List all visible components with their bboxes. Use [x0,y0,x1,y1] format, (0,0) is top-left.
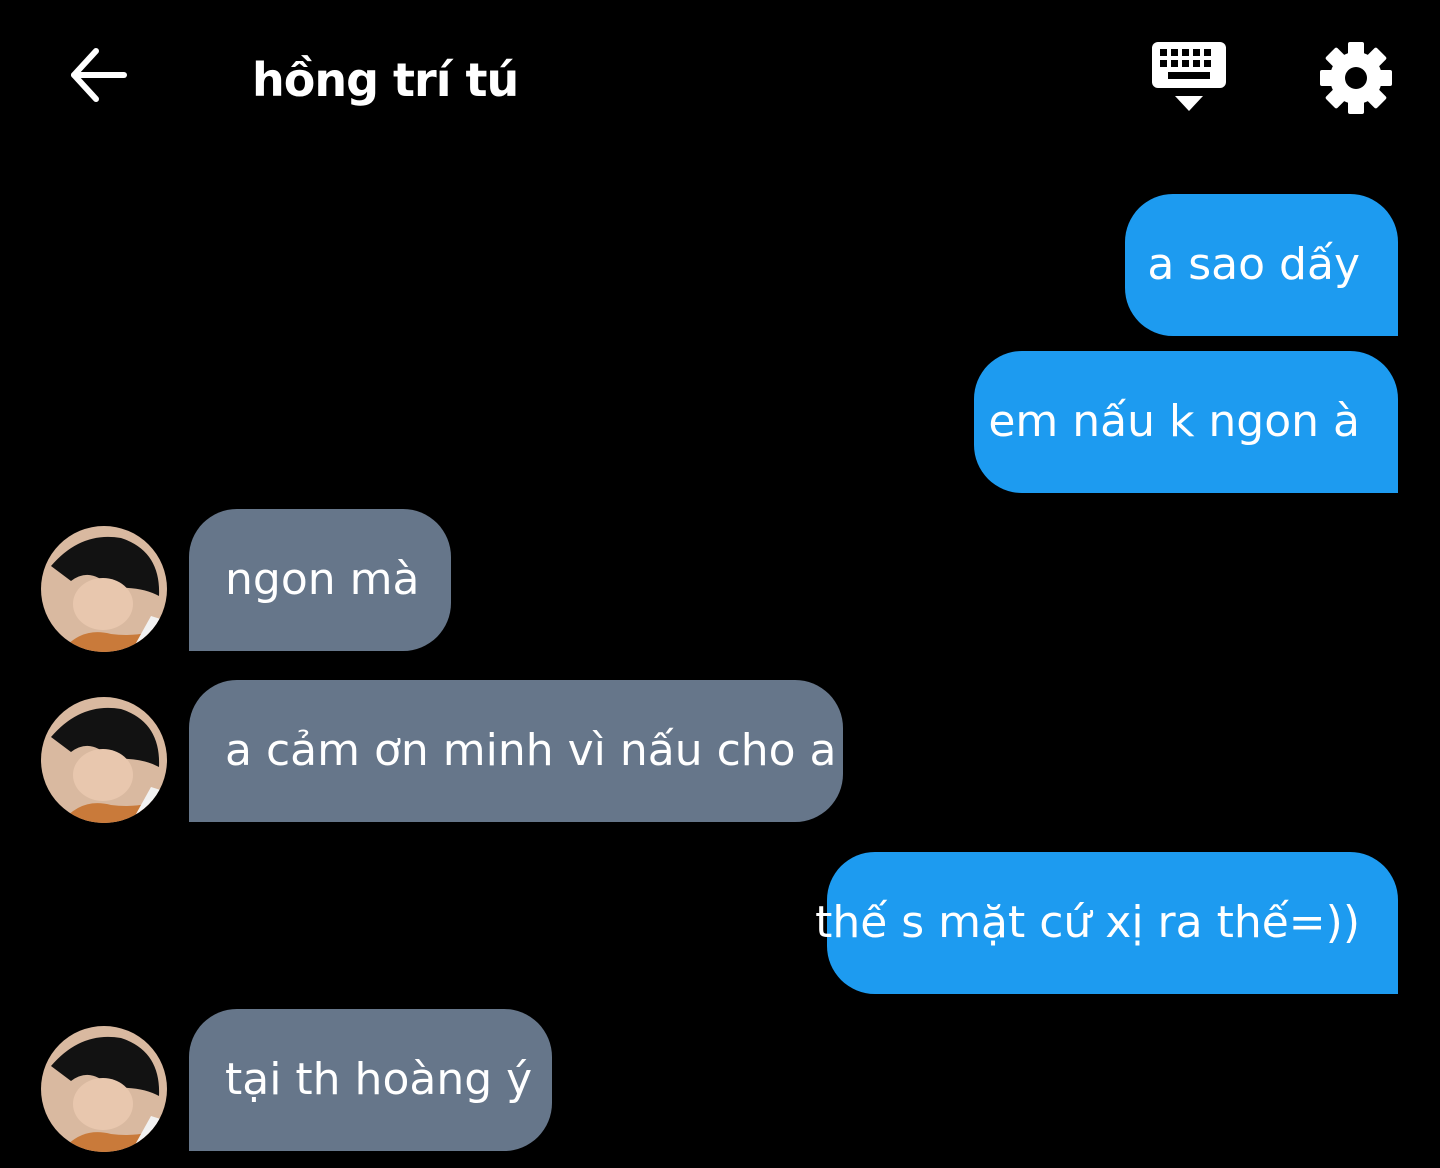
avatar[interactable] [41,1026,167,1152]
message-bubble-received[interactable]: tại th hoàng ý [189,1009,552,1151]
keyboard-toggle-button[interactable] [1148,38,1230,118]
message-bubble-received[interactable]: a cảm ơn minh vì nấu cho a [189,680,843,822]
avatar[interactable] [41,697,167,823]
back-button[interactable] [62,42,134,108]
message-bubble-sent[interactable]: a sao dấy [1125,194,1398,336]
message-bubble-sent[interactable]: thế s mặt cứ xị ra thế=)) [815,852,1398,994]
gear-icon [1320,42,1392,114]
chat-header: hồng trí tú [0,0,1440,150]
message-text: thế s mặt cứ xị ra thế=)) [815,897,1360,948]
message-bubble-sent[interactable]: em nấu k ngon à [974,351,1398,493]
chat-title: hồng trí tú [252,53,519,107]
settings-button[interactable] [1316,40,1396,116]
message-text: ngon mà [225,554,420,605]
keyboard-hide-icon [1152,42,1226,111]
avatar[interactable] [41,526,167,652]
arrow-left-icon [71,48,127,102]
message-text: a cảm ơn minh vì nấu cho a [225,725,837,776]
message-text: em nấu k ngon à [988,396,1360,447]
message-bubble-received[interactable]: ngon mà [189,509,451,651]
message-text: a sao dấy [1147,239,1360,290]
message-text: tại th hoàng ý [225,1054,533,1105]
